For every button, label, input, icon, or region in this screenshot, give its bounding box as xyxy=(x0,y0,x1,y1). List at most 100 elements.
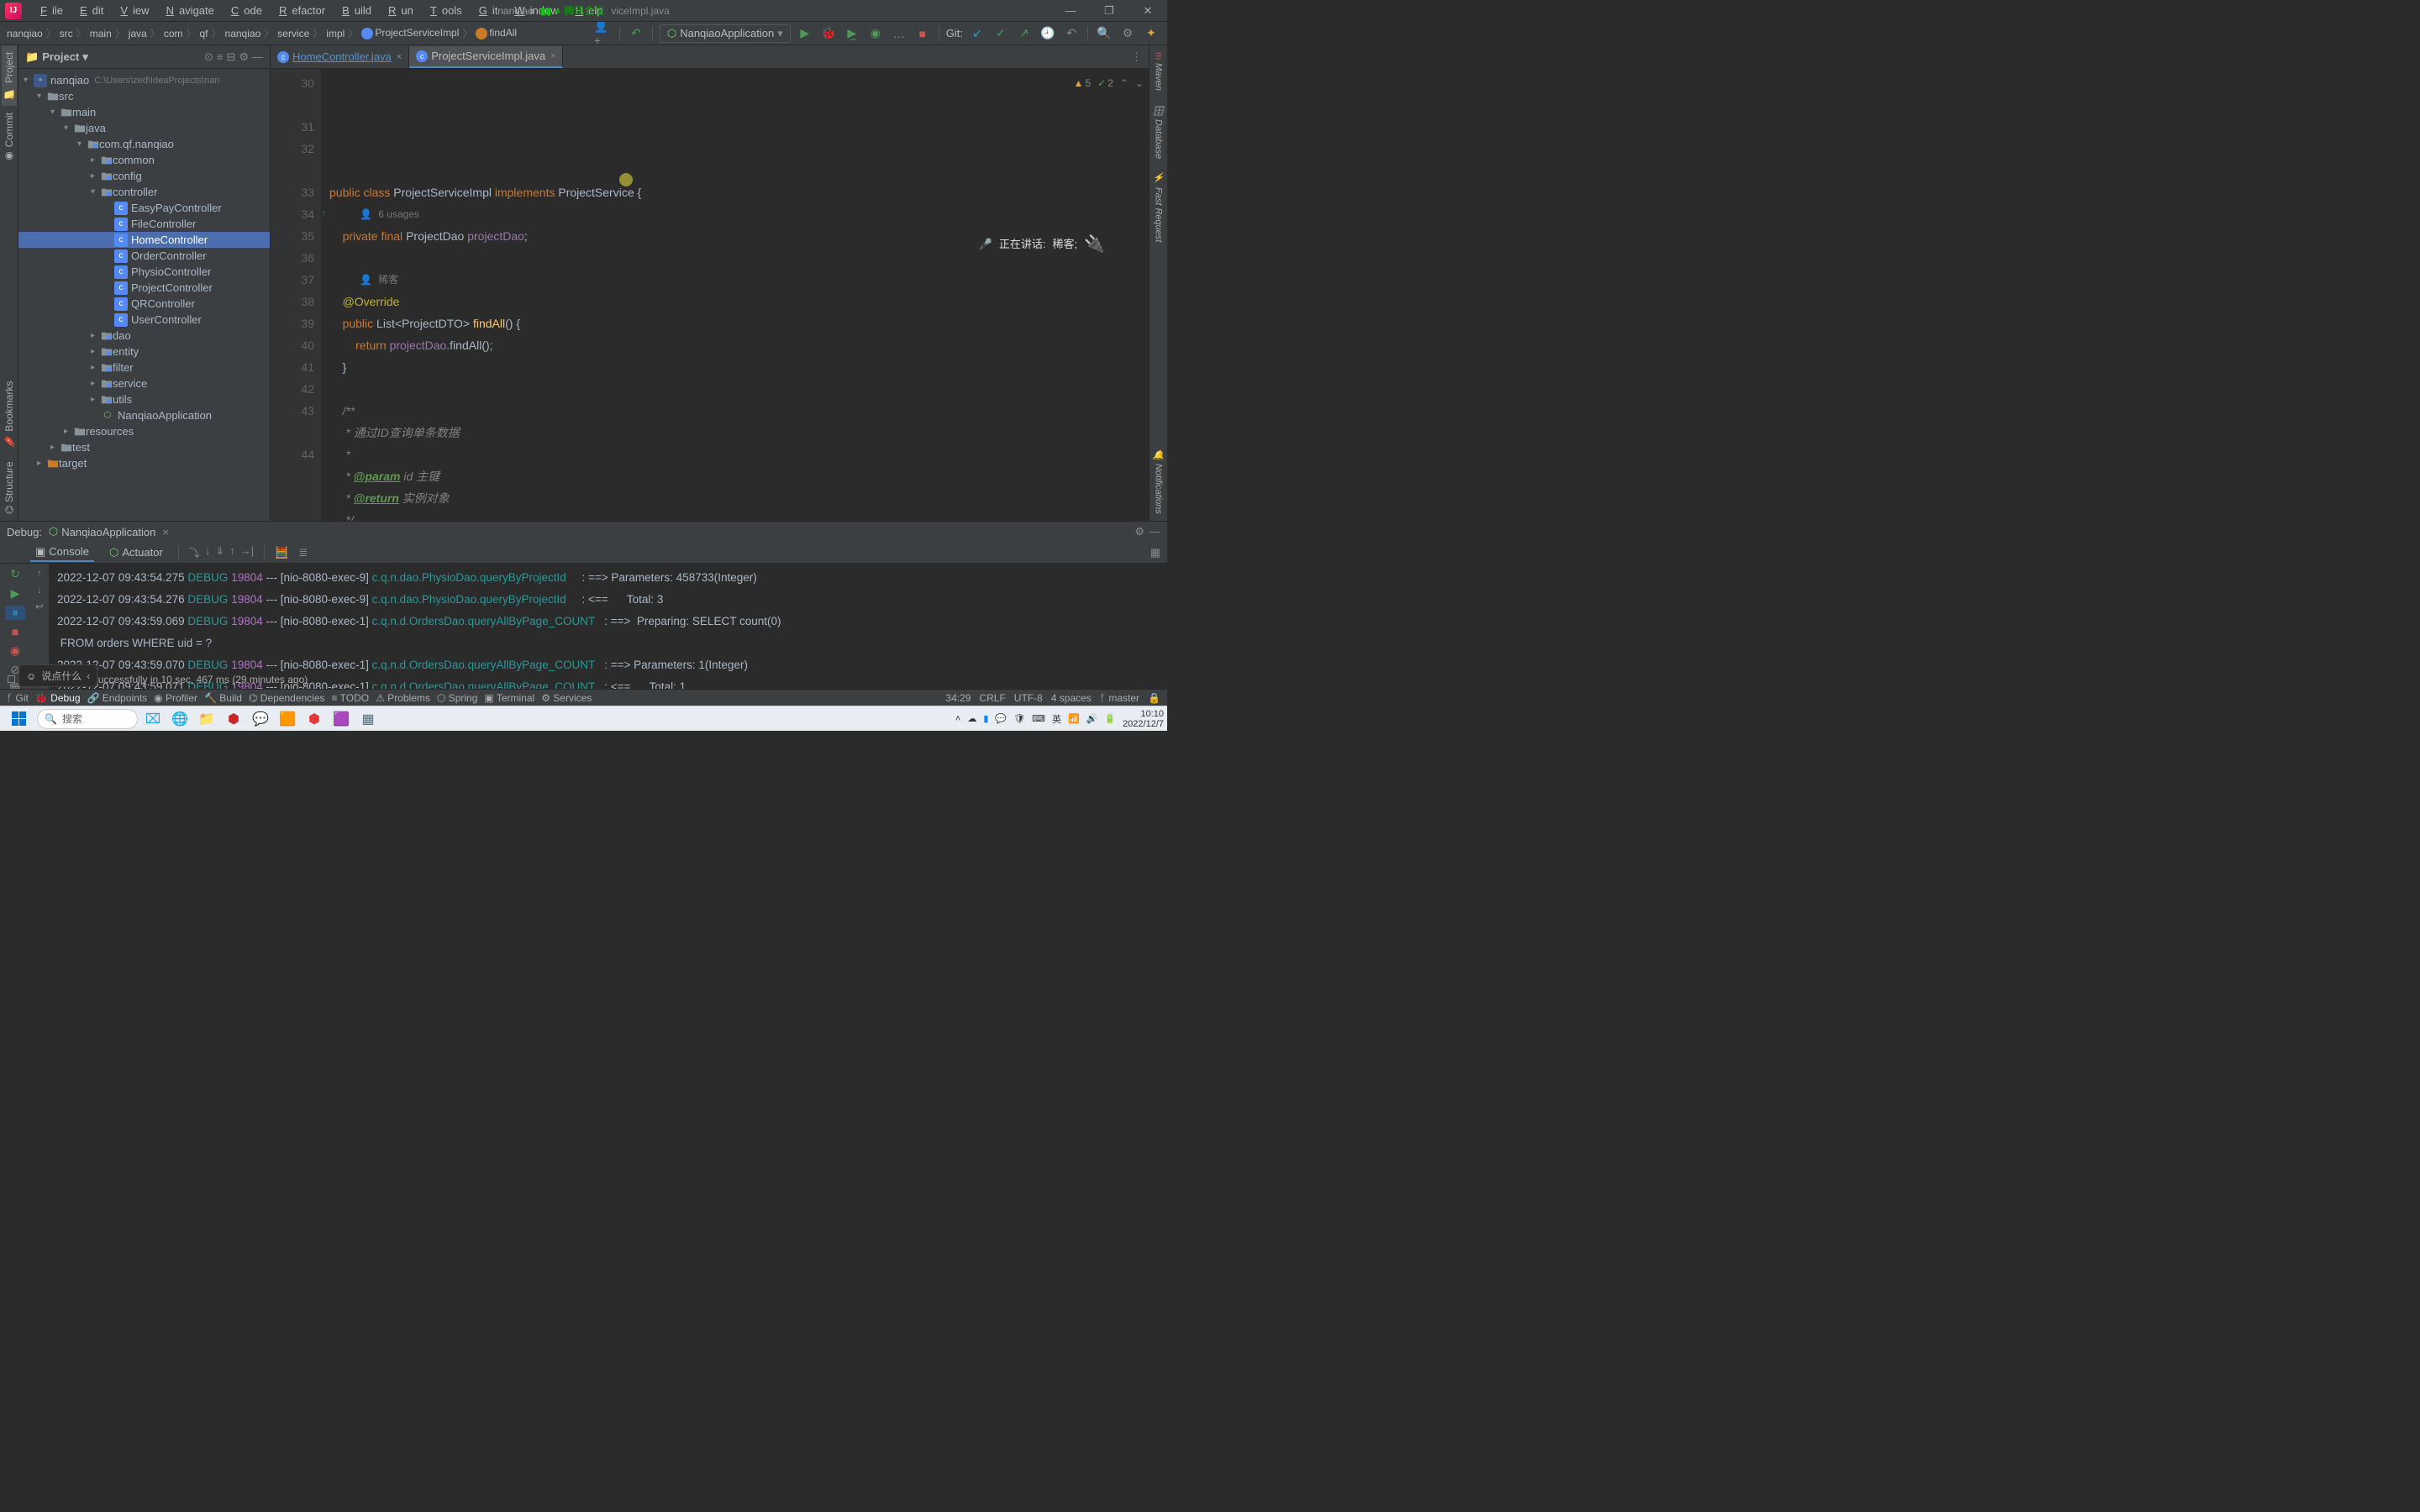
wechat-tray-icon[interactable]: 💬 xyxy=(995,713,1007,724)
view-breakpoints-icon[interactable]: ◉ xyxy=(5,643,25,658)
tool-services[interactable]: ⚙ Services xyxy=(541,692,592,704)
tree-item[interactable]: c OrderController xyxy=(18,248,270,264)
tree-item[interactable]: ▾ java xyxy=(18,120,270,136)
expand-all-icon[interactable]: ≡ xyxy=(217,50,224,64)
left-tab-commit[interactable]: ◉Commit xyxy=(2,106,17,169)
app-icon-1[interactable]: ⬢ xyxy=(222,708,245,730)
add-user-icon[interactable]: 👤+ xyxy=(594,24,613,43)
close-button[interactable]: ✕ xyxy=(1128,0,1167,22)
left-tab-structure[interactable]: ⌬Structure xyxy=(2,454,17,521)
tree-item[interactable]: ▸ service xyxy=(18,375,270,391)
crumb-class[interactable]: ProjectServiceImpl xyxy=(361,27,459,39)
code-editor[interactable]: 3031323334↑35363738394041424344 5 2 ⌃⌄ 🎤… xyxy=(271,69,1149,521)
run-icon[interactable]: ▶ xyxy=(796,24,814,43)
tree-item[interactable]: ▾ controller xyxy=(18,184,270,200)
crumb[interactable]: main xyxy=(90,28,112,39)
emoji-icon[interactable]: ☺ xyxy=(26,670,36,682)
right-tab-notifications[interactable]: 🔔Notifications xyxy=(1151,443,1165,521)
chat-expand-icon[interactable]: ‹ xyxy=(87,670,90,682)
tool-build[interactable]: 🔨 Build xyxy=(204,692,242,704)
debug-hide-icon[interactable]: — xyxy=(1150,525,1160,538)
tree-item[interactable]: ▸ dao xyxy=(18,328,270,344)
debug-settings-icon[interactable]: ⚙ xyxy=(1134,525,1144,538)
tool-todo[interactable]: ≡ TODO xyxy=(332,692,370,704)
crumb[interactable]: service xyxy=(277,28,309,39)
tree-item[interactable]: c ProjectController xyxy=(18,280,270,296)
battery-icon[interactable]: 🔋 xyxy=(1104,713,1116,724)
back-icon[interactable]: ↶ xyxy=(627,24,645,43)
tool-terminal[interactable]: ▣ Terminal xyxy=(484,692,534,704)
git-history-icon[interactable]: 🕘 xyxy=(1039,24,1057,43)
cursor-position[interactable]: 34:29 xyxy=(945,692,971,704)
git-push-icon[interactable]: ↗ xyxy=(1015,24,1034,43)
tree-item[interactable]: ▸ test xyxy=(18,439,270,455)
maximize-button[interactable]: ❐ xyxy=(1090,0,1128,22)
onedrive-icon[interactable]: ☁ xyxy=(967,713,976,724)
editor-tab[interactable]: cProjectServiceImpl.java× xyxy=(409,46,563,68)
scroll-down-icon[interactable]: ↓ xyxy=(37,584,42,596)
tool-endpoints[interactable]: 🔗 Endpoints xyxy=(87,692,148,704)
wifi-icon[interactable]: 📶 xyxy=(1068,713,1080,724)
menu-build[interactable]: Build xyxy=(332,3,376,18)
tree-item[interactable]: ▾ main xyxy=(18,104,270,120)
tree-item[interactable]: c FileController xyxy=(18,216,270,232)
indent[interactable]: 4 spaces xyxy=(1051,692,1092,704)
explorer-icon[interactable]: 📁 xyxy=(195,708,218,730)
intellij-icon[interactable]: 🟪 xyxy=(329,708,353,730)
tool-problems[interactable]: ⚠ Problems xyxy=(376,692,430,704)
crumb[interactable]: impl xyxy=(326,28,345,39)
menu-refactor[interactable]: Refactor xyxy=(269,3,330,18)
crumb[interactable]: nanqiao xyxy=(7,28,43,39)
git-branch[interactable]: ᚶ master xyxy=(1100,692,1139,704)
panel-settings-icon[interactable]: ⚙ xyxy=(239,50,249,64)
menu-code[interactable]: Code xyxy=(221,3,267,18)
tabs-menu-icon[interactable]: ⋮ xyxy=(1124,50,1149,64)
tool-git[interactable]: ᚶ Git xyxy=(7,692,29,704)
tray-up-icon[interactable]: ˄ xyxy=(955,714,960,724)
crumb[interactable]: com xyxy=(164,28,183,39)
code-body[interactable]: 5 2 ⌃⌄ 🎤 正在讲话: 稀客; 🔌 public class Projec… xyxy=(321,69,1149,521)
clock[interactable]: 10:102022/12/7 xyxy=(1123,709,1164,729)
resume-icon[interactable]: ▶ xyxy=(5,586,25,601)
tree-item[interactable]: ▸ utils xyxy=(18,391,270,407)
chat-input-overlay[interactable]: ☺ 说点什么 ‹ xyxy=(18,664,97,687)
encoding[interactable]: UTF-8 xyxy=(1014,692,1043,704)
stop-icon[interactable]: ■ xyxy=(913,24,932,43)
debug-config[interactable]: ⬡NanqiaoApplication× xyxy=(49,525,169,538)
tree-item[interactable]: ▸ resources xyxy=(18,423,270,439)
tree-item[interactable]: c UserController xyxy=(18,312,270,328)
start-button[interactable] xyxy=(3,708,34,730)
menu-run[interactable]: Run xyxy=(378,3,418,18)
tool-dependencies[interactable]: ⌬ Dependencies xyxy=(249,692,325,704)
rerun-icon[interactable]: ↻ xyxy=(5,567,25,581)
system-tray[interactable]: ˄ ☁ ▮ 💬 🛡 ⌨ 英 📶 🔊 🔋 10:102022/12/7 xyxy=(955,709,1164,729)
crumb-method[interactable]: findAll xyxy=(476,27,517,39)
app-icon-4[interactable]: ⬢ xyxy=(302,708,326,730)
app-icon-5[interactable]: ▦ xyxy=(356,708,380,730)
keyboard-tray-icon[interactable]: ⌨ xyxy=(1032,713,1045,724)
tree-item[interactable]: c HomeController xyxy=(18,232,270,248)
tab-actuator[interactable]: ⬡Actuator xyxy=(104,544,168,561)
menu-edit[interactable]: Edit xyxy=(70,3,108,18)
tool-profiler[interactable]: ◉ Profiler xyxy=(154,692,197,704)
crumb[interactable]: java xyxy=(129,28,147,39)
tree-item[interactable]: c QRController xyxy=(18,296,270,312)
git-update-icon[interactable]: ↙ xyxy=(968,24,986,43)
lock-icon[interactable]: 🔒 xyxy=(1148,692,1160,704)
tree-item[interactable]: ▸ config xyxy=(18,168,270,184)
app-icon-2[interactable]: 💬 xyxy=(249,708,272,730)
force-step-icon[interactable]: ⇓ xyxy=(215,544,224,560)
crumb[interactable]: qf xyxy=(200,28,208,39)
stop-debug-icon[interactable]: ■ xyxy=(5,625,25,638)
git-rollback-icon[interactable]: ↶ xyxy=(1062,24,1081,43)
editor-tab[interactable]: cHomeController.java× xyxy=(271,46,409,68)
app-icon-3[interactable]: 🟧 xyxy=(276,708,299,730)
debug-icon[interactable]: 🐞 xyxy=(819,24,838,43)
tree-item[interactable]: ▸ common xyxy=(18,152,270,168)
settings-icon[interactable]: ⚙ xyxy=(1118,24,1137,43)
close-session-icon[interactable]: × xyxy=(162,526,169,538)
console-output[interactable]: 2022-12-07 09:43:54.275 DEBUG 19804 --- … xyxy=(49,564,1167,689)
coverage-icon[interactable]: ▶̲ xyxy=(843,24,861,43)
tool-debug[interactable]: 🐞 Debug xyxy=(35,692,81,704)
tree-item[interactable]: ▾ src xyxy=(18,88,270,104)
